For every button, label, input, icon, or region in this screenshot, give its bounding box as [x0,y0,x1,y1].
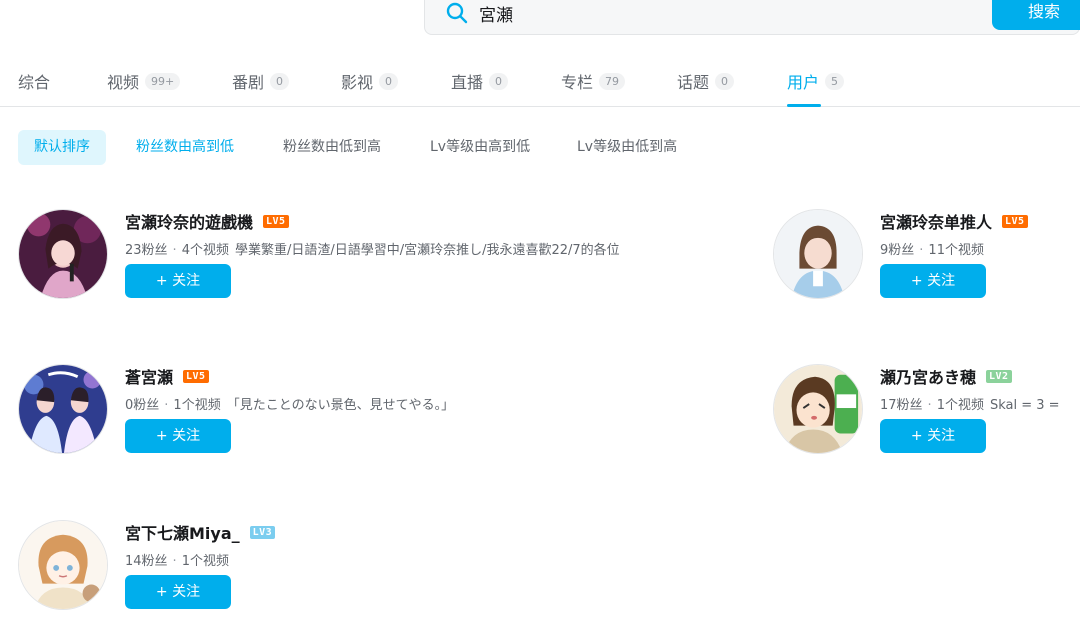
fans-count: 0粉丝 [125,398,160,413]
tab-topic[interactable]: 话题 0 [677,55,735,107]
separator-dot: · [172,243,177,258]
avatar[interactable] [18,520,108,610]
search-type-tabs: 综合 视频 99+ 番剧 0 影视 0 直播 0 专栏 79 话题 0 用户 5 [0,55,1080,107]
video-count: 11个视频 [928,243,984,258]
avatar-image [19,365,107,453]
tab-live[interactable]: 直播 0 [451,55,509,107]
tab-video[interactable]: 视频 99+ [107,55,181,107]
search-button[interactable]: 搜索 [992,0,1080,30]
sort-level-asc[interactable]: Lv等级由低到高 [577,130,677,165]
tab-all[interactable]: 综合 [18,55,50,107]
user-card: 蒼宮瀬 LV5 0粉丝 · 1个视频 「見たことのない景色、見せてやる。」 + 关注 [18,364,558,474]
user-card: 宮瀬玲奈单推人 LV5 9粉丝 · 11个视频 + 关注 [773,209,1080,319]
fans-count: 17粉丝 [880,398,923,413]
user-card: 瀬乃宮あき穂 LV2 17粉丝 · 1个视频 Skal = 3 = + 关注 [773,364,1080,474]
separator-dot: · [164,398,169,413]
sort-level-desc[interactable]: Lv等级由高到低 [430,130,530,165]
user-name-row: 宮下七瀬Miya_ LV3 [125,520,276,544]
sort-fans-desc[interactable]: 粉丝数由高到低 [136,130,234,165]
fans-count: 23粉丝 [125,243,168,258]
separator-dot: · [919,243,924,258]
user-name-row: 宮瀬玲奈的遊戲機 LV5 [125,209,289,233]
level-badge: LV5 [263,214,289,228]
fans-count: 9粉丝 [880,243,915,258]
tab-count-badge: 99+ [145,72,181,90]
user-name[interactable]: 宮瀬玲奈的遊戲機 [125,209,253,233]
search-bar [424,0,1080,35]
tab-bangumi[interactable]: 番剧 0 [232,55,290,107]
tab-count-badge: 0 [379,72,399,90]
level-badge: LV5 [183,369,209,383]
tab-label: 直播 [451,73,484,92]
avatar[interactable] [18,364,108,454]
fans-count: 14粉丝 [125,554,168,569]
user-name-row: 蒼宮瀬 LV5 [125,364,209,388]
user-name-row: 宮瀬玲奈单推人 LV5 [880,209,1028,233]
tab-label: 视频 [107,73,140,92]
user-sign: Skal = 3 = [989,398,1060,413]
user-name[interactable]: 宮下七瀬Miya_ [125,520,240,544]
tab-article[interactable]: 专栏 79 [561,55,626,107]
avatar[interactable] [18,209,108,299]
avatar-image [19,210,107,298]
follow-button[interactable]: + 关注 [125,575,231,609]
user-name[interactable]: 蒼宮瀬 [125,364,173,388]
tab-count-badge: 5 [825,72,845,90]
avatar[interactable] [773,209,863,299]
user-sign: 「見たことのない景色、見せてやる。」 [226,398,455,413]
search-icon [446,2,468,24]
follow-button[interactable]: + 关注 [880,419,986,453]
user-meta: 0粉丝 · 1个视频 「見たことのない景色、見せてやる。」 [125,394,454,413]
level-badge: LV2 [986,369,1012,383]
tab-label: 番剧 [232,73,265,92]
video-count: 1个视频 [181,554,229,569]
tab-count-badge: 0 [489,72,509,90]
follow-button[interactable]: + 关注 [880,264,986,298]
user-meta: 14粉丝 · 1个视频 [125,550,235,569]
level-badge: LV3 [249,525,276,539]
tab-label: 用户 [787,73,820,92]
follow-button[interactable]: + 关注 [125,419,231,453]
avatar[interactable] [773,364,863,454]
user-name-row: 瀬乃宮あき穂 LV2 [880,364,1012,388]
separator-dot: · [172,554,177,569]
tab-label: 话题 [677,73,710,92]
user-card: 宮下七瀬Miya_ LV3 14粉丝 · 1个视频 + 关注 [18,520,558,630]
tab-label: 影视 [341,73,374,92]
tab-user[interactable]: 用户 5 [787,55,845,107]
video-count: 1个视频 [936,398,984,413]
video-count: 1个视频 [173,398,221,413]
user-name[interactable]: 瀬乃宮あき穂 [880,364,976,388]
user-card: 宮瀬玲奈的遊戲機 LV5 23粉丝 · 4个视频 學業繁重/日語渣/日語學習中/宮瀬玲… [18,209,620,319]
user-meta: 9粉丝 · 11个视频 [880,239,990,258]
search-input[interactable] [479,0,979,27]
sort-default[interactable]: 默认排序 [18,130,106,165]
follow-button[interactable]: + 关注 [125,264,231,298]
avatar-image [774,210,862,298]
separator-dot: · [927,398,932,413]
tab-count-badge: 0 [270,72,290,90]
user-meta: 17粉丝 · 1个视频 Skal = 3 = [880,394,1060,413]
video-count: 4个视频 [181,243,229,258]
tab-movie[interactable]: 影视 0 [341,55,399,107]
user-sign: 學業繁重/日語渣/日語學習中/宮瀬玲奈推し/我永遠喜歡22/7的各位 [234,243,620,258]
avatar-image [774,365,862,453]
sort-fans-asc[interactable]: 粉丝数由低到高 [283,130,381,165]
level-badge: LV5 [1002,214,1028,228]
tab-label: 综合 [18,73,51,92]
user-meta: 23粉丝 · 4个视频 學業繁重/日語渣/日語學習中/宮瀬玲奈推し/我永遠喜歡22/7… [125,239,620,258]
tab-count-badge: 0 [715,72,735,90]
tab-count-badge: 79 [599,72,626,90]
user-name[interactable]: 宮瀬玲奈单推人 [880,209,992,233]
tab-label: 专栏 [561,73,594,92]
avatar-image [19,521,107,609]
